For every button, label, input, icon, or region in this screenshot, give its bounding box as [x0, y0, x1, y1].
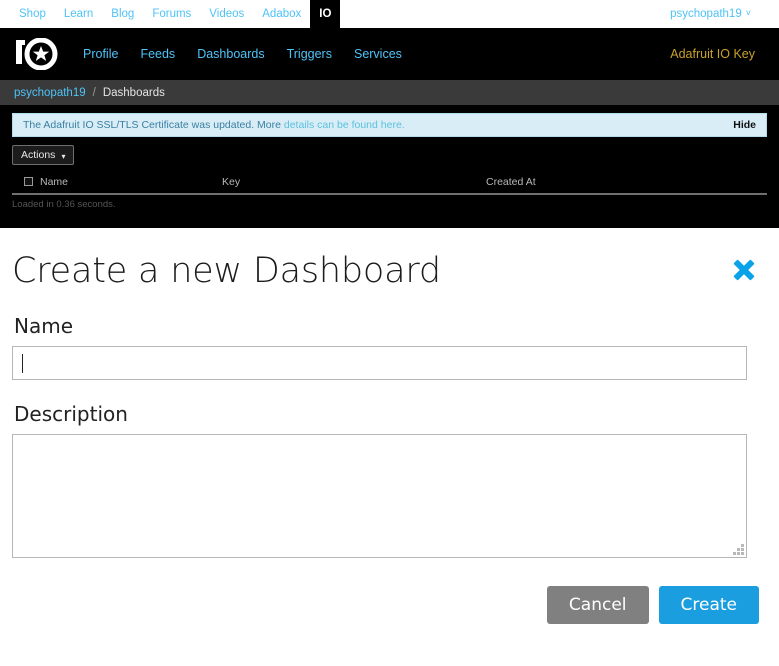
top-bar-links: Shop Learn Blog Forums Videos Adabox IO [10, 0, 341, 28]
io-nav-triggers[interactable]: Triggers [276, 41, 343, 67]
dashboards-table: Name Key Created At [12, 173, 767, 195]
io-nav-services[interactable]: Services [343, 41, 413, 67]
modal-title: Create a new Dashboard [12, 251, 441, 291]
io-navbar: Profile Feeds Dashboards Triggers Servic… [0, 28, 779, 80]
io-nav-links: Profile Feeds Dashboards Triggers Servic… [72, 41, 413, 67]
breadcrumb-root-link[interactable]: psychopath19 [14, 87, 86, 99]
text-caret [22, 353, 23, 373]
column-header-name: Name [12, 173, 222, 195]
column-header-key: Key [222, 173, 486, 195]
dashboards-page-body: The Adafruit IO SSL/TLS Certificate was … [0, 105, 779, 228]
load-time-note: Loaded in 0.36 seconds. [12, 199, 116, 210]
dashboard-name-input[interactable] [12, 346, 747, 380]
top-link-io[interactable]: IO [310, 0, 341, 28]
breadcrumb-separator: / [92, 86, 96, 99]
top-bar-user-area: psychopath19 ˅ [670, 8, 769, 20]
top-link-blog[interactable]: Blog [102, 1, 143, 27]
actions-dropdown-button[interactable]: Actions ▾ [12, 145, 75, 165]
adafruit-top-bar: Shop Learn Blog Forums Videos Adabox IO … [0, 0, 779, 28]
adafruit-io-logo[interactable] [16, 38, 58, 70]
modal-footer: Cancel Create [12, 586, 767, 624]
cancel-button[interactable]: Cancel [546, 586, 649, 624]
top-link-videos[interactable]: Videos [200, 1, 253, 27]
chevron-down-icon: ˅ [745, 8, 751, 18]
alert-message: The Adafruit IO SSL/TLS Certificate was … [23, 119, 405, 131]
dashboard-description-input[interactable] [12, 434, 747, 558]
io-nav-feeds[interactable]: Feeds [129, 41, 186, 67]
breadcrumb: psychopath19 / Dashboards [0, 80, 779, 105]
io-nav-dashboards[interactable]: Dashboards [186, 41, 275, 67]
description-wrapper [12, 434, 747, 558]
dashboards-table-head: Name Key Created At [12, 173, 767, 195]
table-header-row: Name Key Created At [12, 173, 767, 195]
modal-header: Create a new Dashboard [12, 228, 767, 292]
alert-details-link[interactable]: details can be found here. [284, 119, 405, 131]
toolbar-row: Actions ▾ [12, 145, 767, 165]
create-button[interactable]: Create [658, 586, 759, 624]
alert-message-text: The Adafruit IO SSL/TLS Certificate was … [23, 119, 284, 131]
top-link-learn[interactable]: Learn [55, 1, 102, 27]
create-dashboard-modal: Create a new Dashboard Name Description … [0, 228, 779, 666]
alert-hide-button[interactable]: Hide [733, 119, 756, 131]
page-root: Shop Learn Blog Forums Videos Adabox IO … [0, 0, 779, 666]
io-nav-profile[interactable]: Profile [72, 41, 129, 67]
actions-label: Actions [21, 149, 56, 161]
column-header-created-at: Created At [486, 173, 767, 195]
adafruit-io-key-button[interactable]: Adafruit IO Key [670, 47, 763, 61]
account-username: psychopath19 [670, 8, 742, 20]
name-field-label: Name [14, 314, 74, 338]
chevron-down-icon: ▾ [61, 151, 66, 161]
close-x-icon[interactable] [729, 256, 759, 286]
top-link-adabox[interactable]: Adabox [253, 1, 310, 27]
breadcrumb-current: Dashboards [102, 86, 165, 99]
column-header-name-label: Name [40, 176, 69, 188]
account-menu-button[interactable]: psychopath19 ˅ [670, 8, 751, 20]
top-link-shop[interactable]: Shop [10, 1, 55, 27]
top-link-forums[interactable]: Forums [143, 1, 200, 27]
description-field-label: Description [14, 402, 128, 426]
select-all-checkbox[interactable] [24, 177, 33, 186]
ssl-certificate-alert: The Adafruit IO SSL/TLS Certificate was … [12, 113, 767, 137]
